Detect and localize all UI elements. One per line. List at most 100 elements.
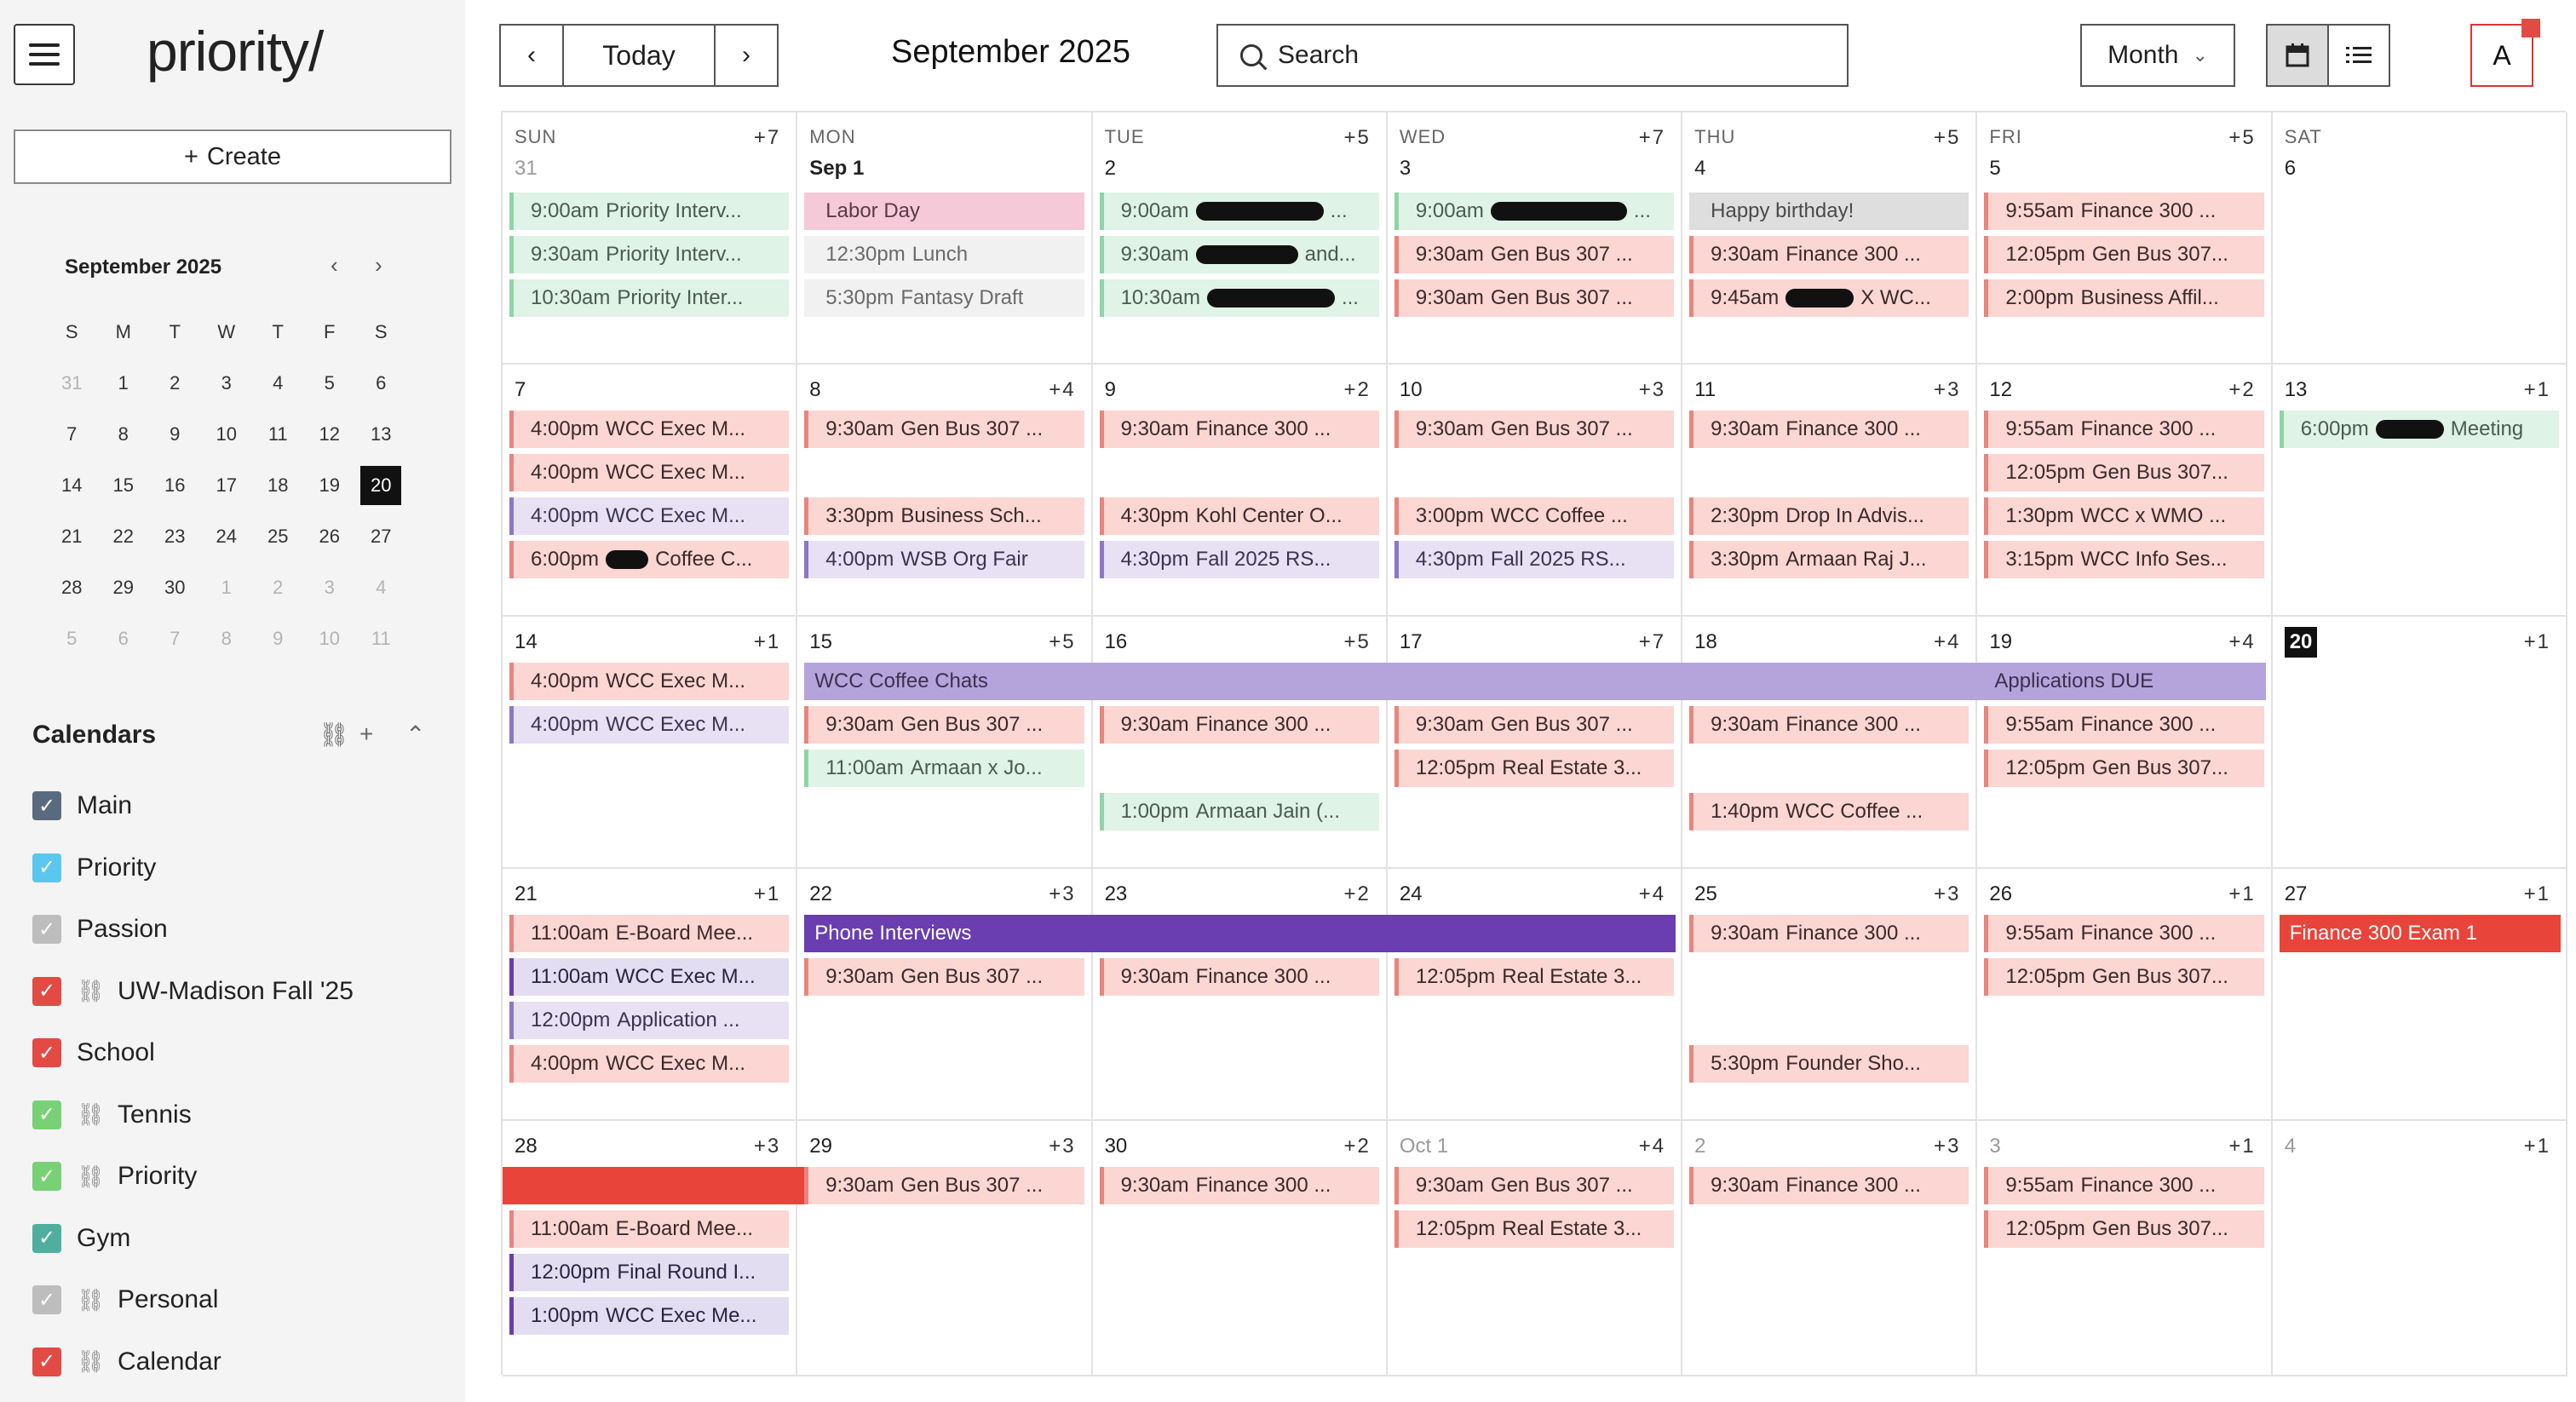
day-cell[interactable]: 11 +3 9:30am Finance 300 ... 2:30pm Drop In A… [1682, 365, 1978, 617]
mini-day[interactable]: 1 [98, 358, 150, 409]
more-events-link[interactable]: +3 [1049, 882, 1075, 906]
mini-day[interactable]: 6 [98, 613, 150, 664]
day-number[interactable]: 20 [2284, 627, 2318, 658]
calendar-item[interactable]: ✓ Gym [32, 1208, 441, 1270]
add-calendar-plus-icon[interactable]: + [359, 721, 373, 748]
day-cell[interactable]: Oct 1 +4 9:30am Gen Bus 307 ... 12:05pm Real … [1387, 1121, 1683, 1376]
day-cell[interactable]: 2 +3 9:30am Finance 300 ... [1682, 1121, 1978, 1376]
day-number[interactable]: 10 [1400, 378, 1423, 402]
event-chip[interactable]: 9:30am Priority Interv... [509, 236, 790, 273]
event-chip[interactable]: 9:55am Finance 300 ... [1984, 915, 2264, 952]
day-cell[interactable]: 8 +4 9:30am Gen Bus 307 ... 3:30pm Business S… [797, 365, 1093, 617]
day-cell[interactable]: 25 +3 9:30am Finance 300 ... 5:30pm Founder S… [1682, 869, 1978, 1121]
more-events-link[interactable]: +1 [754, 630, 780, 654]
event-chip[interactable]: 9:00am... [1099, 192, 1379, 230]
day-cell[interactable]: MON Sep 1 Labor Day 12:30pm Lunch 5:30pm Fanta… [797, 112, 1093, 365]
more-events-link[interactable]: +1 [2524, 882, 2550, 906]
event-chip[interactable]: 4:30pm Kohl Center O... [1099, 497, 1379, 535]
more-events-link[interactable]: +7 [1639, 630, 1665, 654]
mini-day[interactable]: 8 [201, 613, 253, 664]
event-chip[interactable]: 6:00pm Meeting [2279, 411, 2559, 448]
mini-day[interactable]: 11 [252, 409, 304, 460]
mini-next-chevron-icon[interactable]: › [375, 252, 382, 279]
mini-day[interactable]: 16 [149, 460, 201, 511]
more-events-link[interactable]: +3 [1934, 1135, 1960, 1158]
event-chip[interactable]: 9:30am Finance 300 ... [1689, 1167, 1969, 1204]
event-chip[interactable]: 1:00pm WCC Exec Me... [509, 1297, 790, 1335]
day-cell[interactable]: 16 +5 9:30am Finance 300 ... 1:00pm Armaan Ja… [1092, 617, 1388, 869]
day-cell[interactable]: 14 +1 4:00pm WCC Exec M... 4:00pm WCC Exec M.… [503, 617, 798, 869]
calendar-item[interactable]: ✓ Priority [32, 837, 441, 899]
event-chip[interactable]: 3:30pm Armaan Raj J... [1689, 541, 1969, 578]
event-chip[interactable]: 3:15pm WCC Info Ses... [1984, 541, 2264, 578]
mini-day[interactable]: 19 [304, 460, 356, 511]
day-number[interactable]: 11 [1694, 378, 1716, 402]
mini-day[interactable]: 28 [46, 562, 98, 613]
event-chip[interactable]: 9:55am Finance 300 ... [1984, 1167, 2264, 1204]
day-cell[interactable]: 18 +4 9:30am Finance 300 ... 1:40pm WCC Coffe… [1682, 617, 1978, 869]
event-chip[interactable]: 2:30pm Drop In Advis... [1689, 497, 1969, 535]
event-chip[interactable]: Labor Day [804, 192, 1084, 230]
event-chip[interactable]: 5:30pm Fantasy Draft [804, 279, 1084, 317]
more-events-link[interactable]: +2 [2228, 378, 2255, 402]
event-chip[interactable]: 4:00pm WSB Org Fair [804, 541, 1084, 578]
more-events-link[interactable]: +1 [2524, 378, 2550, 402]
day-number[interactable]: 22 [809, 882, 832, 906]
event-chip[interactable]: 5:30pm Founder Sho... [1689, 1045, 1969, 1083]
mini-prev-chevron-icon[interactable]: ‹ [331, 252, 338, 279]
more-events-link[interactable]: +1 [2228, 882, 2255, 906]
day-number[interactable]: 27 [2285, 882, 2308, 906]
calendar-item[interactable]: ✓ ⛓ Priority [32, 1146, 441, 1208]
more-events-link[interactable]: +1 [754, 882, 780, 906]
multi-day-event[interactable]: Applications DUE [1984, 663, 2263, 700]
event-chip[interactable]: 9:30am Finance 300 ... [1689, 411, 1969, 448]
more-events-link[interactable]: +3 [754, 1135, 780, 1158]
day-cell[interactable]: TUE 2 +5 9:00am... 9:30am and... 10:30am... [1092, 112, 1388, 365]
event-chip[interactable]: 9:30am Gen Bus 307 ... [1394, 279, 1675, 317]
day-cell[interactable]: 12 +2 9:55am Finance 300 ... 12:05pm Gen Bus … [1977, 365, 2273, 617]
event-chip[interactable]: 9:30am Gen Bus 307 ... [804, 706, 1084, 744]
event-chip[interactable]: 12:05pm Real Estate 3... [1394, 958, 1675, 996]
event-chip[interactable]: 12:30pm Lunch [804, 236, 1084, 273]
more-events-link[interactable]: +7 [1639, 126, 1665, 150]
event-chip[interactable]: 12:05pm Gen Bus 307... [1984, 750, 2264, 787]
collapse-chevron-up-icon[interactable]: ⌃ [405, 721, 425, 749]
day-cell[interactable]: 10 +3 9:30am Gen Bus 307 ... 3:00pm WCC Coffe… [1387, 365, 1683, 617]
event-chip[interactable]: 9:30am Finance 300 ... [1099, 1167, 1379, 1204]
more-events-link[interactable]: +3 [1639, 378, 1665, 402]
day-number[interactable]: 28 [515, 1135, 538, 1158]
calendar-item[interactable]: ✓ ⛓ Tennis [32, 1084, 441, 1146]
event-chip[interactable]: 9:30am Gen Bus 307 ... [1394, 706, 1675, 744]
event-chip[interactable]: 12:00pm Final Round I... [509, 1254, 790, 1291]
more-events-link[interactable]: +2 [1343, 378, 1370, 402]
day-cell[interactable]: 30 +2 9:30am Finance 300 ... [1092, 1121, 1388, 1376]
day-number[interactable]: 7 [515, 378, 526, 402]
day-cell[interactable]: 22 +3 9:30am Gen Bus 307 ... [797, 869, 1093, 1121]
mini-day[interactable]: 26 [304, 511, 356, 562]
checkbox[interactable]: ✓ [32, 915, 61, 945]
multi-day-event[interactable] [503, 1167, 805, 1204]
mini-day[interactable]: 18 [252, 460, 304, 511]
checkbox[interactable]: ✓ [32, 1347, 61, 1376]
checkbox[interactable]: ✓ [32, 791, 61, 821]
day-number[interactable]: 3 [1989, 1135, 2000, 1158]
event-chip[interactable]: 1:30pm WCC x WMO ... [1984, 497, 2264, 535]
mini-day[interactable]: 7 [149, 613, 201, 664]
event-chip[interactable]: 9:45am X WC... [1689, 279, 1969, 317]
event-chip[interactable]: 1:40pm WCC Coffee ... [1689, 793, 1969, 830]
event-chip[interactable]: 12:05pm Real Estate 3... [1394, 1210, 1675, 1248]
more-events-link[interactable]: +5 [2228, 126, 2255, 150]
event-chip[interactable]: 9:30am Gen Bus 307 ... [1394, 411, 1675, 448]
day-number[interactable]: 23 [1105, 882, 1128, 906]
event-chip[interactable]: 10:30am Priority Inter... [509, 279, 790, 317]
event-chip[interactable]: 9:30am Gen Bus 307 ... [804, 958, 1084, 996]
event-chip[interactable]: 9:30am and... [1099, 236, 1379, 273]
checkbox[interactable]: ✓ [32, 1285, 61, 1315]
event-chip[interactable]: 9:00am Priority Interv... [509, 192, 790, 230]
more-events-link[interactable]: +3 [1049, 1135, 1075, 1158]
day-cell[interactable]: 15 +5 9:30am Gen Bus 307 ... 11:00am Armaan x… [797, 617, 1093, 869]
more-events-link[interactable]: +5 [1934, 126, 1960, 150]
link-icon[interactable]: ⛓ [319, 721, 349, 749]
day-number[interactable]: 9 [1105, 378, 1116, 402]
day-number[interactable]: 6 [2285, 157, 2296, 181]
